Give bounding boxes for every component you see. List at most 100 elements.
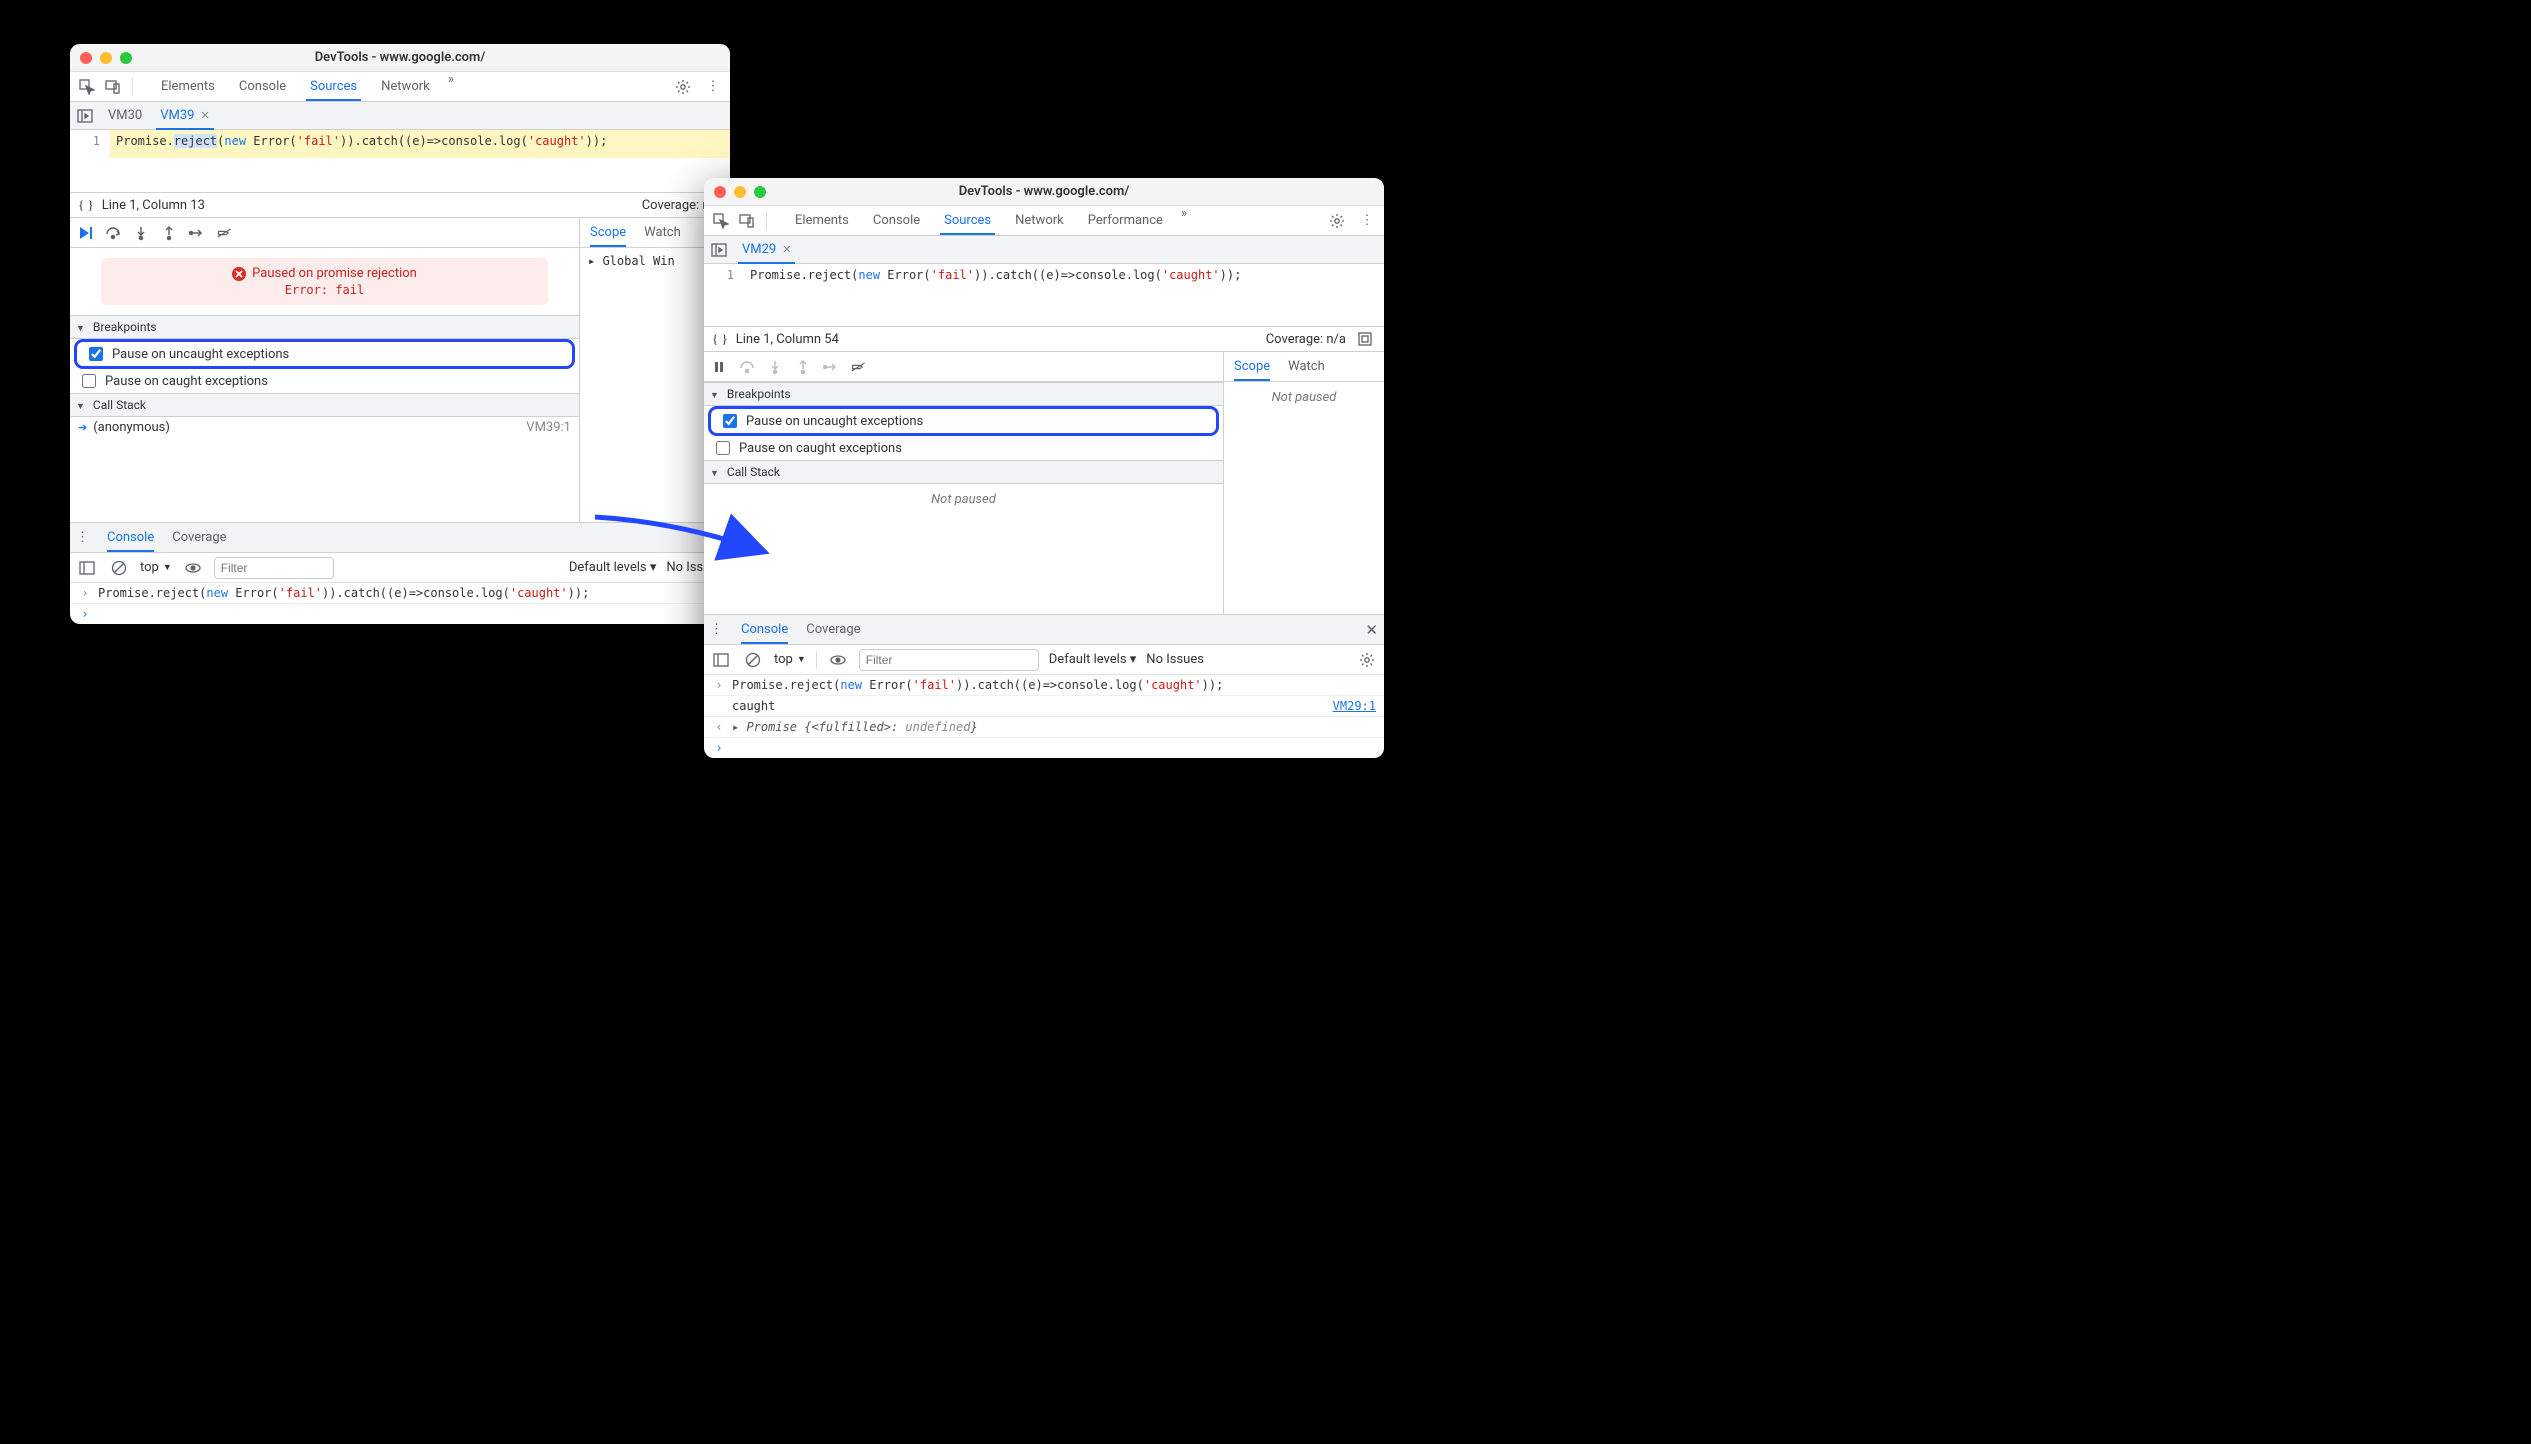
issues-button[interactable]: No Issues <box>1146 652 1204 667</box>
pause-caught-checkbox[interactable] <box>82 374 96 388</box>
settings-gear-icon[interactable] <box>672 76 694 98</box>
pause-uncaught-row[interactable]: Pause on uncaught exceptions <box>77 342 572 366</box>
watch-tab[interactable]: Watch <box>1288 359 1325 374</box>
minimize-icon[interactable] <box>734 186 746 198</box>
drawer-tab-coverage[interactable]: Coverage <box>172 523 226 552</box>
more-tabs-icon[interactable]: » <box>1175 206 1193 235</box>
more-tabs-icon[interactable]: » <box>442 72 460 101</box>
log-levels[interactable]: Default levels ▾ <box>1049 652 1137 667</box>
drawer-tab-console[interactable]: Console <box>107 523 154 552</box>
braces-icon[interactable]: { } <box>78 197 94 213</box>
scope-tab[interactable]: Scope <box>1234 359 1270 374</box>
tab-sources[interactable]: Sources <box>298 72 369 101</box>
pause-caught-row[interactable]: Pause on caught exceptions <box>70 369 579 393</box>
code-editor[interactable]: 1 Promise.reject(new Error('fail')).catc… <box>704 264 1384 292</box>
braces-icon[interactable]: { } <box>712 331 728 347</box>
line-number: 1 <box>70 130 110 158</box>
close-icon[interactable] <box>80 52 92 64</box>
log-levels[interactable]: Default levels ▾ <box>569 560 657 575</box>
step-out-icon[interactable] <box>160 224 178 242</box>
settings-gear-icon[interactable] <box>1326 210 1348 232</box>
resume-icon[interactable] <box>76 224 94 242</box>
file-tab-vm30[interactable]: VM30 <box>104 102 146 129</box>
tab-elements[interactable]: Elements <box>149 72 227 101</box>
tab-elements[interactable]: Elements <box>783 206 861 235</box>
drawer-close-icon[interactable]: ✕ <box>1365 621 1378 639</box>
device-toggle-icon[interactable] <box>736 210 758 232</box>
file-tab-vm29[interactable]: VM29 ✕ <box>738 236 795 263</box>
live-expression-icon[interactable] <box>827 649 849 671</box>
filter-input[interactable] <box>859 649 1039 671</box>
editor-statusbar: { } Line 1, Column 54 Coverage: n/a <box>704 326 1384 352</box>
file-tab-vm39[interactable]: VM39 ✕ <box>156 102 213 129</box>
tab-console[interactable]: Console <box>227 72 298 101</box>
pause-caught-checkbox[interactable] <box>716 441 730 455</box>
step-into-icon[interactable] <box>132 224 150 242</box>
zoom-icon[interactable] <box>754 186 766 198</box>
kebab-menu-icon[interactable]: ⋮ <box>1356 210 1378 232</box>
close-tab-icon[interactable]: ✕ <box>201 109 210 122</box>
navigator-toggle-icon[interactable] <box>710 242 728 258</box>
console-body[interactable]: › Promise.reject(new Error('fail')).catc… <box>70 583 730 624</box>
console-settings-gear-icon[interactable] <box>1356 649 1378 671</box>
scope-tab[interactable]: Scope <box>590 225 626 240</box>
close-tab-icon[interactable]: ✕ <box>782 243 791 256</box>
highlight-ring: Pause on uncaught exceptions <box>74 339 575 369</box>
device-toggle-icon[interactable] <box>102 76 124 98</box>
pause-reason-error: Error: fail <box>113 283 537 297</box>
tab-sources[interactable]: Sources <box>932 206 1003 235</box>
console-body[interactable]: › Promise.reject(new Error('fail')).catc… <box>704 675 1384 758</box>
deactivate-breakpoints-icon[interactable] <box>216 224 234 242</box>
source-link[interactable]: VM29:1 <box>1333 699 1376 713</box>
watch-tab[interactable]: Watch <box>644 225 681 240</box>
code-editor[interactable]: 1 Promise.reject(new Error('fail')).catc… <box>70 130 730 158</box>
scope-pane: Scope Watch Not paused <box>1224 352 1384 614</box>
step-over-icon[interactable] <box>104 224 122 242</box>
pause-uncaught-row[interactable]: Pause on uncaught exceptions <box>711 409 1216 433</box>
pause-icon[interactable] <box>710 358 728 376</box>
inspect-icon[interactable] <box>710 210 732 232</box>
input-chevron-icon: › <box>712 678 726 692</box>
tab-network[interactable]: Network <box>1003 206 1076 235</box>
drawer-tab-console[interactable]: Console <box>741 615 788 644</box>
deactivate-breakpoints-icon[interactable] <box>850 358 868 376</box>
console-sidebar-toggle-icon[interactable] <box>76 557 98 579</box>
stack-frame[interactable]: ➔ (anonymous) VM39:1 <box>70 417 579 438</box>
drawer-tab-coverage[interactable]: Coverage <box>806 615 860 644</box>
step-icon[interactable] <box>188 224 206 242</box>
prompt-chevron-icon: › <box>712 741 726 755</box>
breakpoints-header[interactable]: Breakpoints <box>70 315 579 339</box>
highlight-ring: Pause on uncaught exceptions <box>708 406 1219 436</box>
file-tabs: VM30 VM39 ✕ <box>70 102 730 130</box>
tab-performance[interactable]: Performance <box>1076 206 1175 235</box>
tab-network[interactable]: Network <box>369 72 442 101</box>
inspect-icon[interactable] <box>76 76 98 98</box>
clear-console-icon[interactable] <box>108 557 130 579</box>
tab-console[interactable]: Console <box>861 206 932 235</box>
pause-uncaught-checkbox[interactable] <box>89 347 103 361</box>
context-selector[interactable]: top ▼ <box>140 560 172 575</box>
drawer-kebab-icon[interactable]: ⋮ <box>710 622 723 637</box>
live-expression-icon[interactable] <box>182 557 204 579</box>
panel-tabs: Elements Console Sources Network » <box>149 72 460 101</box>
pause-caught-row[interactable]: Pause on caught exceptions <box>704 436 1223 460</box>
callstack-header[interactable]: Call Stack <box>70 393 579 417</box>
drawer-kebab-icon[interactable]: ⋮ <box>76 530 89 545</box>
devtools-window-left: DevTools - www.google.com/ Elements Cons… <box>70 44 730 624</box>
kebab-menu-icon[interactable]: ⋮ <box>702 76 724 98</box>
console-return-line[interactable]: ▸ Promise {<fulfilled>: undefined} <box>732 720 1376 734</box>
close-icon[interactable] <box>714 186 726 198</box>
navigator-toggle-icon[interactable] <box>76 108 94 124</box>
console-sidebar-toggle-icon[interactable] <box>710 649 732 671</box>
clear-console-icon[interactable] <box>742 649 764 671</box>
filter-input[interactable] <box>214 557 334 579</box>
callstack-header[interactable]: Call Stack <box>704 460 1223 484</box>
context-selector[interactable]: top ▼ <box>774 652 806 667</box>
traffic-lights <box>714 186 766 198</box>
pause-uncaught-checkbox[interactable] <box>723 414 737 428</box>
traffic-lights <box>80 52 132 64</box>
zoom-icon[interactable] <box>120 52 132 64</box>
source-map-icon[interactable] <box>1354 328 1376 350</box>
minimize-icon[interactable] <box>100 52 112 64</box>
breakpoints-header[interactable]: Breakpoints <box>704 382 1223 406</box>
